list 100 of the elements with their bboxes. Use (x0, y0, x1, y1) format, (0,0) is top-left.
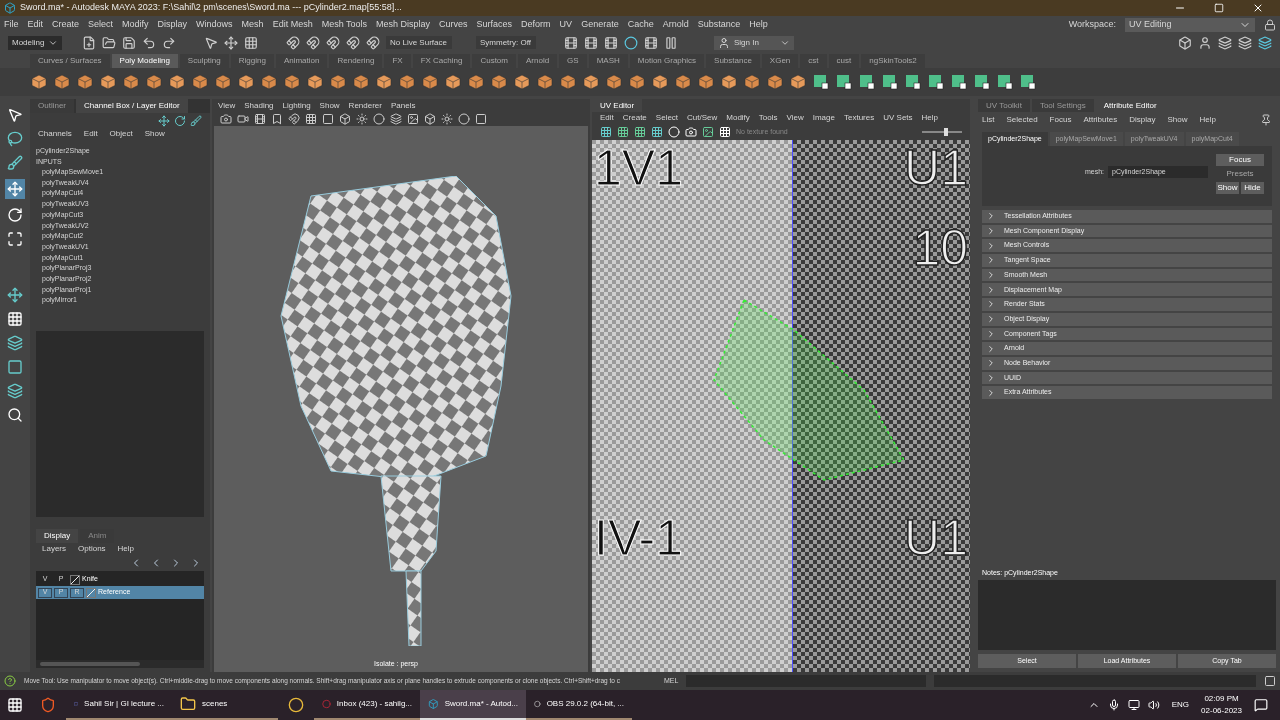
shelf-tab[interactable]: Arnold (518, 54, 558, 68)
language-indicator[interactable]: ENG (1171, 699, 1190, 711)
panel-tab[interactable]: Outliner (30, 99, 74, 113)
cube-icon[interactable] (99, 73, 117, 91)
magnet-icon[interactable] (346, 35, 360, 50)
camera-icon[interactable] (220, 113, 232, 125)
layer-tab[interactable]: Display (36, 529, 79, 543)
cube-icon[interactable] (513, 73, 531, 91)
cube-icon[interactable] (375, 73, 393, 91)
cube-icon[interactable] (605, 73, 623, 91)
menu-item[interactable]: Create (622, 112, 647, 124)
taskbar-button[interactable]: Sahil Sir | GI lecture ... (66, 690, 172, 720)
menu-item[interactable]: Cut/Sew (687, 112, 718, 124)
side-button[interactable]: Focus (1216, 154, 1264, 166)
menu-item[interactable]: Options (78, 543, 106, 555)
menu-item[interactable]: Surfaces (476, 17, 513, 32)
menu-item[interactable]: Create (52, 17, 80, 32)
panel-tab[interactable]: Channel Box / Layer Editor (76, 99, 188, 113)
bookmark-icon[interactable] (271, 113, 283, 125)
menu-item[interactable]: Shading (244, 99, 274, 112)
select-tool-icon[interactable] (7, 107, 23, 123)
uv-tile-icon[interactable] (858, 73, 876, 91)
pen-icon[interactable] (190, 115, 202, 127)
cube-icon[interactable] (53, 73, 71, 91)
menu-item[interactable]: Show (144, 128, 165, 140)
menu-item[interactable]: View (786, 112, 804, 124)
sign-in-dropdown[interactable]: Sign In (714, 35, 794, 50)
menu-item[interactable]: Substance (697, 17, 741, 32)
workspace-dropdown[interactable]: UV Editing (1125, 17, 1255, 32)
taskbar-button[interactable]: OBS 29.0.2 (64-bit, ... (526, 690, 632, 720)
menu-item[interactable]: View (218, 99, 236, 112)
folder-icon[interactable] (180, 696, 196, 712)
sun-icon[interactable] (356, 113, 368, 125)
brush-icon[interactable] (7, 155, 23, 171)
speaker-icon[interactable] (1147, 699, 1160, 711)
layers-icon[interactable] (1258, 35, 1272, 50)
redo-icon[interactable] (162, 35, 176, 50)
shelf-tab[interactable]: Substance (706, 54, 760, 68)
menu-item[interactable]: Select (88, 17, 114, 32)
grid-icon[interactable] (617, 126, 629, 138)
panel-tab[interactable]: UV Toolkit (978, 99, 1030, 112)
figure-icon[interactable] (1198, 35, 1212, 50)
magnet-icon[interactable] (288, 113, 300, 125)
slider-thumb[interactable] (943, 128, 948, 136)
menu-item[interactable]: UV Sets (883, 112, 913, 124)
shelf-tab[interactable]: Animation (275, 54, 328, 68)
menu-item[interactable]: Layers (42, 543, 66, 555)
horizontal-scrollbar[interactable] (36, 660, 204, 668)
checker-icon[interactable] (719, 126, 731, 138)
cube-icon[interactable] (628, 73, 646, 91)
cube-icon[interactable] (697, 73, 715, 91)
cube-icon[interactable] (421, 73, 439, 91)
menu-item[interactable]: Display (1129, 114, 1156, 126)
cube-icon[interactable] (743, 73, 761, 91)
layers-icon[interactable] (1238, 35, 1252, 50)
menu-item[interactable]: Channels (38, 128, 72, 140)
menu-item[interactable]: Help (1199, 114, 1216, 126)
cube-icon[interactable] (191, 73, 209, 91)
cube-icon[interactable] (536, 73, 554, 91)
cube-icon[interactable] (582, 73, 600, 91)
shelf-tab[interactable]: Rendering (329, 54, 383, 68)
menu-item[interactable]: Help (921, 112, 938, 124)
square-icon[interactable] (475, 113, 487, 125)
menu-item[interactable]: Help (749, 17, 768, 32)
pause-icon[interactable] (664, 35, 678, 50)
lock-icon[interactable] (1264, 18, 1276, 31)
cube-icon[interactable] (352, 73, 370, 91)
move-tool-icon[interactable] (5, 179, 25, 199)
lasso-icon[interactable] (7, 131, 23, 147)
layers-icon[interactable] (390, 113, 402, 125)
menu-item[interactable]: Lighting (282, 99, 311, 112)
live-surface-field[interactable]: No Live Surface (386, 36, 452, 49)
menu-item[interactable]: Edit (83, 128, 98, 140)
undo-icon[interactable] (142, 35, 156, 50)
menu-item[interactable]: Focus (1049, 114, 1072, 126)
microphone-icon[interactable] (1107, 699, 1120, 711)
grid-icon[interactable] (244, 35, 258, 50)
film-icon[interactable] (644, 35, 658, 50)
panel-icon[interactable] (7, 359, 23, 375)
cube-icon[interactable] (490, 73, 508, 91)
sun-icon[interactable] (441, 113, 453, 125)
image-icon[interactable] (407, 113, 419, 125)
menu-item[interactable]: Help (117, 543, 135, 555)
uv-tile-icon[interactable] (904, 73, 922, 91)
menu-item[interactable]: Edit Mesh (272, 17, 313, 32)
menu-item[interactable]: Mesh (241, 17, 264, 32)
shelf-tab[interactable]: Poly Modeling (111, 54, 178, 68)
axis-icon[interactable] (158, 115, 170, 127)
cube-icon[interactable] (766, 73, 784, 91)
film-icon[interactable] (604, 35, 618, 50)
cube-icon[interactable] (674, 73, 692, 91)
new-file-icon[interactable] (82, 35, 96, 50)
menu-item[interactable]: Mesh Display (376, 17, 431, 32)
taskbar-button[interactable]: Sword.ma* - Autod... (420, 690, 526, 720)
uv-tile-icon[interactable] (1019, 73, 1037, 91)
cube-icon[interactable] (168, 73, 186, 91)
grid-icon[interactable] (651, 126, 663, 138)
cube-icon[interactable] (559, 73, 577, 91)
film-icon[interactable] (254, 113, 266, 125)
notification-icon[interactable] (1254, 698, 1268, 712)
